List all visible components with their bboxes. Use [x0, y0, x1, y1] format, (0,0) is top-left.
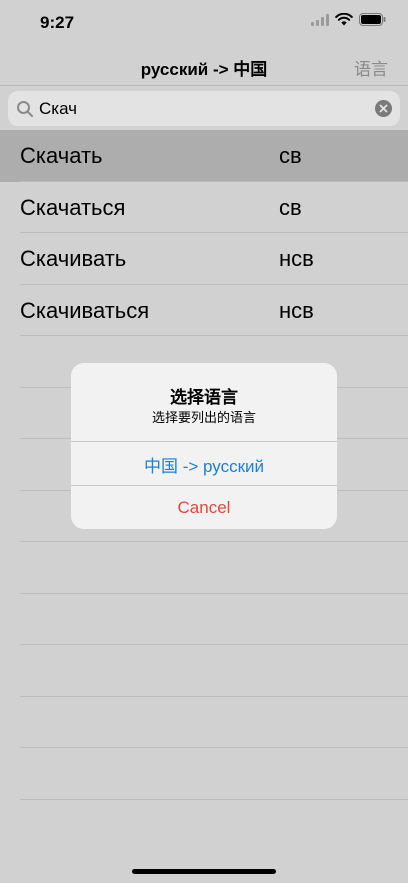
- cancel-button[interactable]: Cancel: [71, 486, 337, 529]
- status-time: 9:27: [40, 13, 75, 32]
- battery-icon: [359, 13, 386, 31]
- empty-row: [20, 542, 408, 594]
- empty-row: [20, 748, 408, 800]
- search-input-value: Скач: [39, 99, 78, 118]
- language-button[interactable]: 语言: [354, 55, 388, 80]
- list-item-aspect: нсв: [279, 246, 314, 271]
- language-option-button[interactable]: 中国 -> русский: [71, 442, 337, 486]
- list-item[interactable]: Скачать св: [0, 130, 408, 182]
- clear-search-icon[interactable]: [375, 100, 392, 122]
- list-item-aspect: св: [279, 143, 302, 168]
- empty-row: [20, 645, 408, 697]
- search-bar: Скач: [0, 86, 408, 130]
- alert-message: 选择要列出的语言: [151, 410, 256, 425]
- nav-title: русский -> 中国: [140, 60, 268, 79]
- list-item-word: Скачаться: [20, 194, 126, 220]
- search-input[interactable]: Скач: [8, 91, 400, 126]
- list-item-word: Скачать: [20, 143, 103, 168]
- cellular-signal-icon: [311, 13, 329, 31]
- search-icon: [16, 100, 34, 123]
- list-item-word: Скачивать: [20, 246, 127, 271]
- screen: 9:27 русский -> 中国 语言 Скач Скачать св Ск…: [0, 0, 408, 883]
- empty-row: [20, 697, 408, 748]
- list-item-word: Скачиваться: [20, 297, 150, 323]
- status-icons: [311, 12, 386, 31]
- list-item[interactable]: Скачивать нсв: [0, 233, 408, 285]
- empty-row: [20, 594, 408, 645]
- results-list: Скачать св Скачаться св Скачивать нсв Ск…: [0, 130, 408, 336]
- list-item-aspect: нсв: [279, 297, 314, 323]
- list-item-aspect: св: [279, 194, 302, 220]
- alert-title: 选择语言: [170, 388, 238, 407]
- navigation-bar: русский -> 中国 语言: [0, 46, 408, 86]
- list-item[interactable]: Скачаться св: [0, 182, 408, 233]
- list-item[interactable]: Скачиваться нсв: [0, 285, 408, 336]
- language-alert: 选择语言 选择要列出的语言 中国 -> русский Cancel: [71, 363, 337, 529]
- home-indicator[interactable]: [132, 869, 276, 874]
- status-bar: 9:27: [0, 0, 408, 46]
- wifi-icon: [335, 12, 353, 31]
